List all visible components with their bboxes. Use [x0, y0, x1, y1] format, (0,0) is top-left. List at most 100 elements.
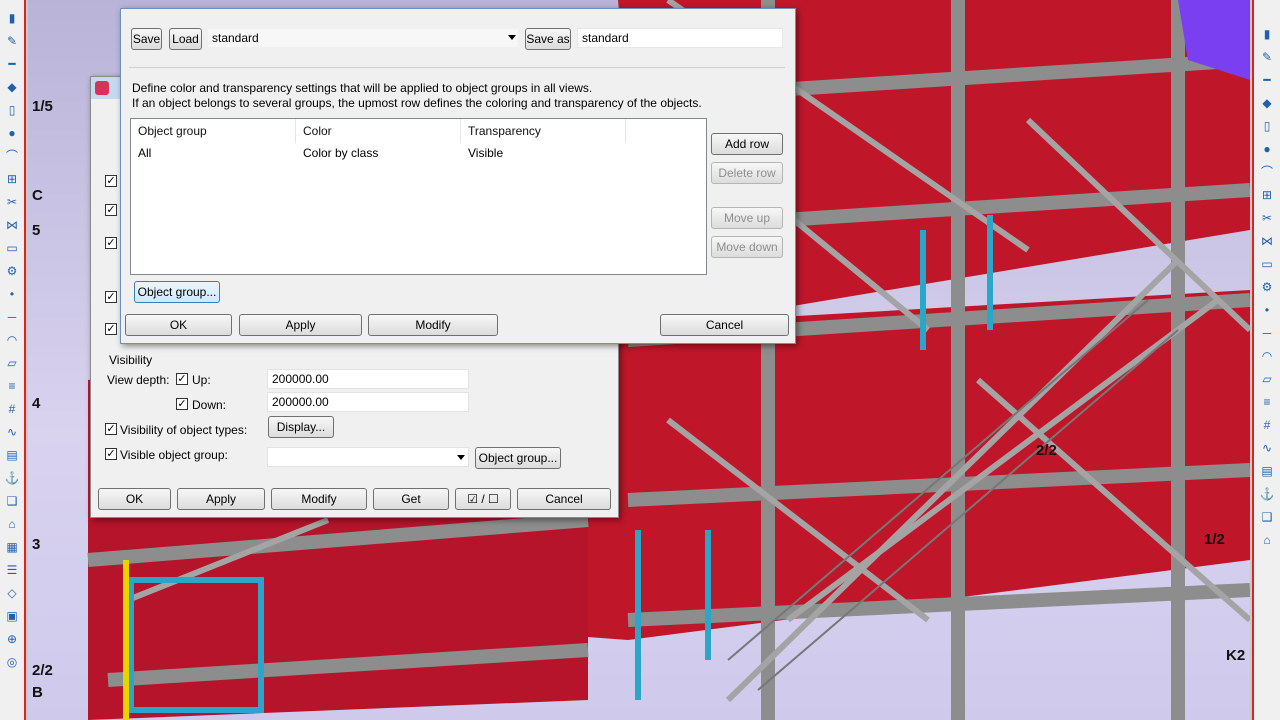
object-group-table[interactable]: Object group Color Transparency All Colo… [130, 118, 707, 275]
report-icon[interactable]: ☰ [3, 563, 21, 577]
view-depth-down-input[interactable]: 200000.00 [267, 392, 469, 412]
modify-button[interactable]: Modify [271, 488, 367, 510]
cell-transparency[interactable]: Visible [461, 143, 626, 163]
shape-icon[interactable]: ◇ [3, 586, 21, 600]
part-icon[interactable]: ▭ [3, 241, 21, 255]
brace-icon[interactable]: • [1258, 303, 1276, 317]
ok-button[interactable]: OK [98, 488, 171, 510]
chevron-down-icon[interactable] [508, 35, 516, 40]
object-group-button[interactable]: Object group... [475, 447, 561, 469]
tag-icon[interactable]: ⌂ [3, 517, 21, 531]
base-plate-icon[interactable]: ▤ [1258, 464, 1276, 478]
pour-icon[interactable]: ▤ [3, 448, 21, 462]
apply-button[interactable]: Apply [239, 314, 362, 336]
splice-icon[interactable]: ▱ [1258, 372, 1276, 386]
arc-icon[interactable]: ◠ [3, 333, 21, 347]
grid-icon[interactable]: ⊞ [3, 172, 21, 186]
view-icon[interactable]: ◎ [3, 655, 21, 669]
snap-icon[interactable]: ⊕ [3, 632, 21, 646]
truss-icon[interactable]: ─ [1258, 326, 1276, 340]
object-group-button[interactable]: Object group... [134, 281, 220, 303]
load-settings-select[interactable]: standard [207, 28, 519, 48]
save-button[interactable]: Save [131, 28, 162, 50]
component-icon[interactable]: ⚙ [3, 264, 21, 278]
tube-icon[interactable]: ✂ [1258, 211, 1276, 225]
column-header-empty [626, 119, 706, 143]
display-button[interactable]: Display... [268, 416, 334, 438]
cap-icon[interactable]: ⚓ [1258, 487, 1276, 501]
hidden-option-checkbox[interactable]: ✓ [105, 175, 117, 187]
rebar-icon[interactable]: ≡ [3, 379, 21, 393]
end-plate-icon[interactable]: ∿ [1258, 441, 1276, 455]
column-header-object-group[interactable]: Object group [131, 119, 296, 143]
plate-profile-icon[interactable]: ⋈ [1258, 234, 1276, 248]
modify-button[interactable]: Modify [368, 314, 498, 336]
get-button[interactable]: Get [373, 488, 449, 510]
group-icon[interactable]: ❑ [3, 494, 21, 508]
cell-color[interactable]: Color by class [296, 143, 461, 163]
line-icon[interactable]: ─ [3, 310, 21, 324]
hidden-option-checkbox[interactable]: ✓ [105, 323, 117, 335]
grid-label: K2 [1226, 647, 1246, 664]
hidden-option-checkbox[interactable]: ✓ [105, 237, 117, 249]
beam-icon[interactable]: ▮ [3, 11, 21, 25]
arrow-left-icon[interactable]: ✎ [1258, 50, 1276, 64]
weld-icon[interactable]: ⌒ [3, 149, 21, 163]
view-depth-down-checkbox[interactable]: ✓ [176, 398, 188, 410]
catalog-icon[interactable]: ▣ [3, 609, 21, 623]
bolt-icon[interactable]: ● [3, 126, 21, 140]
apply-button[interactable]: Apply [177, 488, 265, 510]
number-7-icon[interactable]: ◆ [1258, 96, 1276, 110]
visible-group-select[interactable] [267, 447, 469, 467]
strand-icon[interactable]: ∿ [3, 425, 21, 439]
hidden-option-checkbox[interactable]: ✓ [105, 204, 117, 216]
move-up-button[interactable]: Move up [711, 207, 783, 229]
point-icon[interactable]: • [3, 287, 21, 301]
view-depth-up-checkbox[interactable]: ✓ [176, 373, 188, 385]
cancel-button[interactable]: Cancel [517, 488, 611, 510]
view-depth-up-input[interactable]: 200000.00 [267, 369, 469, 389]
divider [129, 67, 785, 68]
select-toggle-button[interactable]: ☑ / ☐ [455, 488, 511, 510]
stiffener-icon[interactable]: # [1258, 418, 1276, 432]
save-as-button[interactable]: Save as [525, 28, 571, 50]
haunch-icon[interactable]: ≡ [1258, 395, 1276, 409]
cell-object-group[interactable]: All [131, 143, 296, 163]
drawing-icon[interactable]: ▦ [3, 540, 21, 554]
mesh-icon[interactable]: # [3, 402, 21, 416]
visible-group-checkbox[interactable]: ✓ [105, 448, 117, 460]
add-row-button[interactable]: Add row [711, 133, 783, 155]
cut-icon[interactable]: ✂ [3, 195, 21, 209]
beam-profile-icon[interactable]: ▯ [1258, 119, 1276, 133]
fitting-icon[interactable]: ⋈ [3, 218, 21, 232]
save-as-input[interactable]: standard [577, 28, 783, 48]
plate-icon[interactable]: ◆ [3, 80, 21, 94]
up-label: Up: [192, 373, 211, 387]
hidden-option-checkbox[interactable]: ✓ [105, 291, 117, 303]
delete-row-button[interactable]: Delete row [711, 162, 783, 184]
anchor-icon[interactable]: ⚓ [3, 471, 21, 485]
stair-icon[interactable]: ▭ [1258, 257, 1276, 271]
cancel-button[interactable]: Cancel [660, 314, 789, 336]
rail-icon[interactable]: ⚙ [1258, 280, 1276, 294]
surface-icon[interactable]: ▱ [3, 356, 21, 370]
column-header-transparency[interactable]: Transparency [461, 119, 626, 143]
channel-icon[interactable]: ⌒ [1258, 165, 1276, 179]
lattice-icon[interactable]: ❑ [1258, 510, 1276, 524]
load-button[interactable]: Load [169, 28, 202, 50]
polybeam-icon[interactable]: ━ [3, 57, 21, 71]
angle-icon[interactable]: ⊞ [1258, 188, 1276, 202]
arrow-right-icon[interactable]: ━ [1258, 73, 1276, 87]
pencil-icon[interactable]: ✎ [3, 34, 21, 48]
binoculars-icon[interactable]: ▮ [1258, 27, 1276, 41]
object-types-checkbox[interactable]: ✓ [105, 423, 117, 435]
column-icon[interactable]: ▯ [3, 103, 21, 117]
table-row[interactable]: All Color by class Visible [131, 143, 706, 163]
ok-button[interactable]: OK [125, 314, 232, 336]
connection-icon[interactable]: ◠ [1258, 349, 1276, 363]
chevron-down-icon[interactable] [457, 455, 465, 460]
move-down-button[interactable]: Move down [711, 236, 783, 258]
folder-icon[interactable]: ⌂ [1258, 533, 1276, 547]
i-profile-icon[interactable]: ● [1258, 142, 1276, 156]
column-header-color[interactable]: Color [296, 119, 461, 143]
